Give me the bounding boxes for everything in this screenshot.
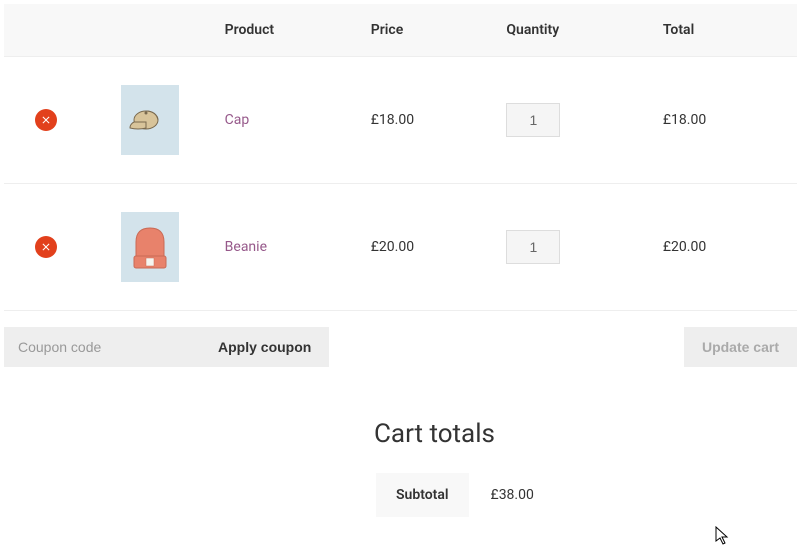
subtotal-label: Subtotal: [376, 473, 469, 517]
quantity-stepper[interactable]: [506, 103, 560, 137]
product-link[interactable]: Cap: [225, 112, 250, 128]
cart-actions-row: Apply coupon Update cart: [4, 311, 797, 384]
item-total: £20.00: [663, 239, 706, 255]
cart-totals: Cart totals Subtotal £38.00: [4, 419, 797, 519]
close-icon: [40, 114, 52, 126]
quantity-stepper[interactable]: [506, 230, 560, 264]
cursor-icon: [715, 526, 731, 546]
apply-coupon-button[interactable]: Apply coupon: [200, 327, 329, 367]
product-link[interactable]: Beanie: [225, 239, 267, 255]
cap-icon: [128, 98, 172, 142]
header-total: Total: [651, 4, 797, 57]
update-cart-button[interactable]: Update cart: [684, 327, 797, 367]
product-thumbnail[interactable]: [121, 212, 179, 282]
item-price: £18.00: [371, 112, 414, 128]
header-quantity: Quantity: [494, 4, 651, 57]
cart-totals-title: Cart totals: [374, 419, 797, 449]
product-thumbnail[interactable]: [121, 85, 179, 155]
subtotal-value: £38.00: [471, 473, 554, 517]
item-price: £20.00: [371, 239, 414, 255]
cart-table: Product Price Quantity Total: [4, 4, 797, 383]
table-row: Cap £18.00 £18.00: [4, 57, 797, 184]
header-price: Price: [359, 4, 495, 57]
remove-item-button[interactable]: [35, 236, 57, 258]
table-row: Beanie £20.00 £20.00: [4, 184, 797, 311]
remove-item-button[interactable]: [35, 109, 57, 131]
beanie-icon: [128, 220, 172, 274]
header-product: Product: [213, 4, 359, 57]
item-total: £18.00: [663, 112, 706, 128]
coupon-input[interactable]: [4, 327, 200, 367]
close-icon: [40, 241, 52, 253]
